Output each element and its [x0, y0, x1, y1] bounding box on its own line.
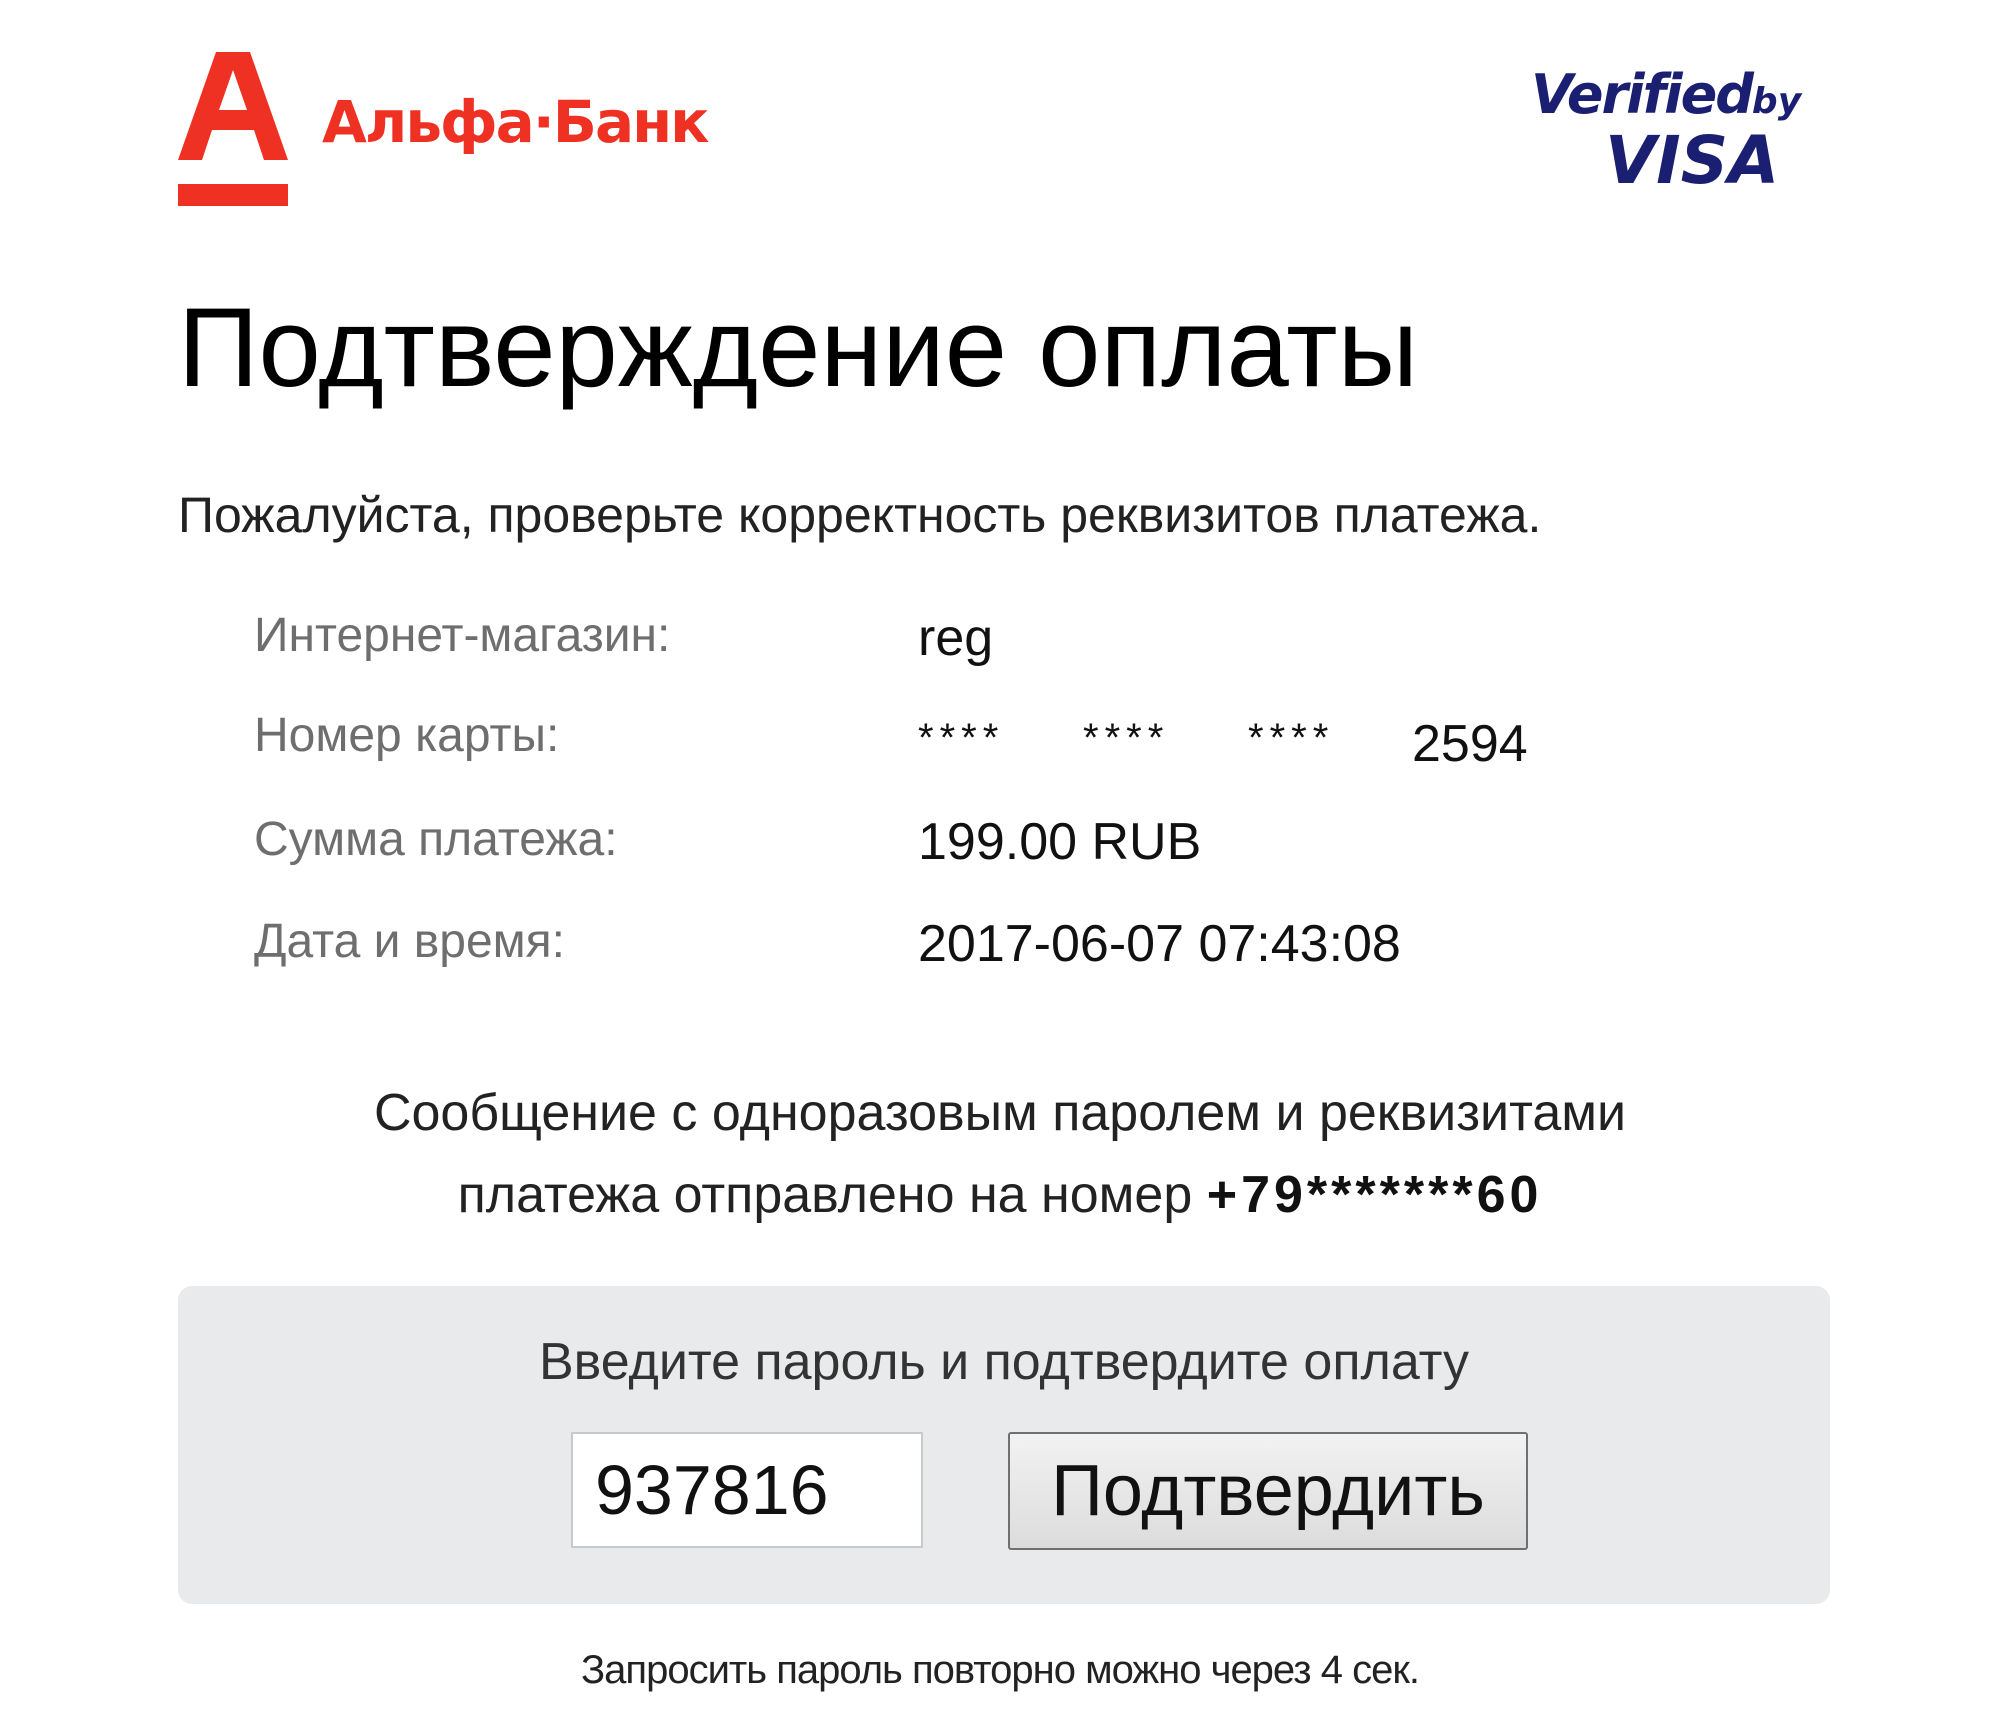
payment-confirmation-page: Альфа·Банк Verifiedby VISA Подтверждение… [0, 0, 2000, 1725]
detail-row-shop: Интернет-магазин: reg [0, 612, 2000, 676]
password-panel: Введите пароль и подтвердите оплату Подт… [178, 1286, 1830, 1604]
card-label: Номер карты: [254, 709, 560, 762]
sms-notice-line1: Сообщение с одноразовым паролем и реквиз… [373, 1084, 1627, 1142]
shop-label: Интернет-магазин: [254, 609, 671, 662]
page-title: Подтверждение оплаты [178, 285, 1419, 410]
shop-value: reg [918, 609, 994, 667]
detail-row-card: Номер карты: **** **** **** 2594 [0, 712, 2000, 776]
bank-name: Альфа·Банк [322, 88, 710, 156]
one-time-password-input[interactable] [571, 1432, 923, 1548]
confirm-button[interactable]: Подтвердить [1008, 1432, 1528, 1550]
alfa-bank-logo-icon [178, 52, 288, 206]
visa-verified-text: Verifiedby [1531, 68, 1801, 122]
amount-label: Сумма платежа: [254, 813, 618, 866]
card-number-group: **** [1248, 716, 1335, 760]
card-number-group: **** [918, 716, 1005, 760]
visa-word: VISA [1605, 122, 1780, 199]
date-value: 2017-06-07 07:43:08 [918, 915, 1401, 973]
intro-text: Пожалуйста, проверьте корректность рекви… [178, 487, 1542, 543]
masked-phone-number: +79*******60 [1206, 1166, 1543, 1224]
visa-verified-word: Verified [1531, 63, 1754, 126]
password-prompt: Введите пароль и подтвердите оплату [538, 1333, 1469, 1391]
date-label: Дата и время: [254, 915, 565, 968]
resend-password-note: Запросить пароль повторно можно через 4 … [581, 1648, 1420, 1692]
sms-notice-text: платежа отправлено на номер [457, 1166, 1193, 1224]
card-number-group: **** [1083, 716, 1170, 760]
visa-by-word: by [1751, 81, 1802, 122]
sms-notice-line2: платежа отправлено на номер +79*******60 [0, 1154, 2000, 1236]
detail-row-amount: Сумма платежа: 199.00 RUB [0, 816, 2000, 880]
amount-value: 199.00 RUB [918, 813, 1202, 871]
card-number-last-digits: 2594 [1412, 715, 1528, 773]
sms-notice: Сообщение с одноразовым паролем и реквиз… [0, 1072, 2000, 1236]
detail-row-date: Дата и время: 2017-06-07 07:43:08 [0, 918, 2000, 982]
